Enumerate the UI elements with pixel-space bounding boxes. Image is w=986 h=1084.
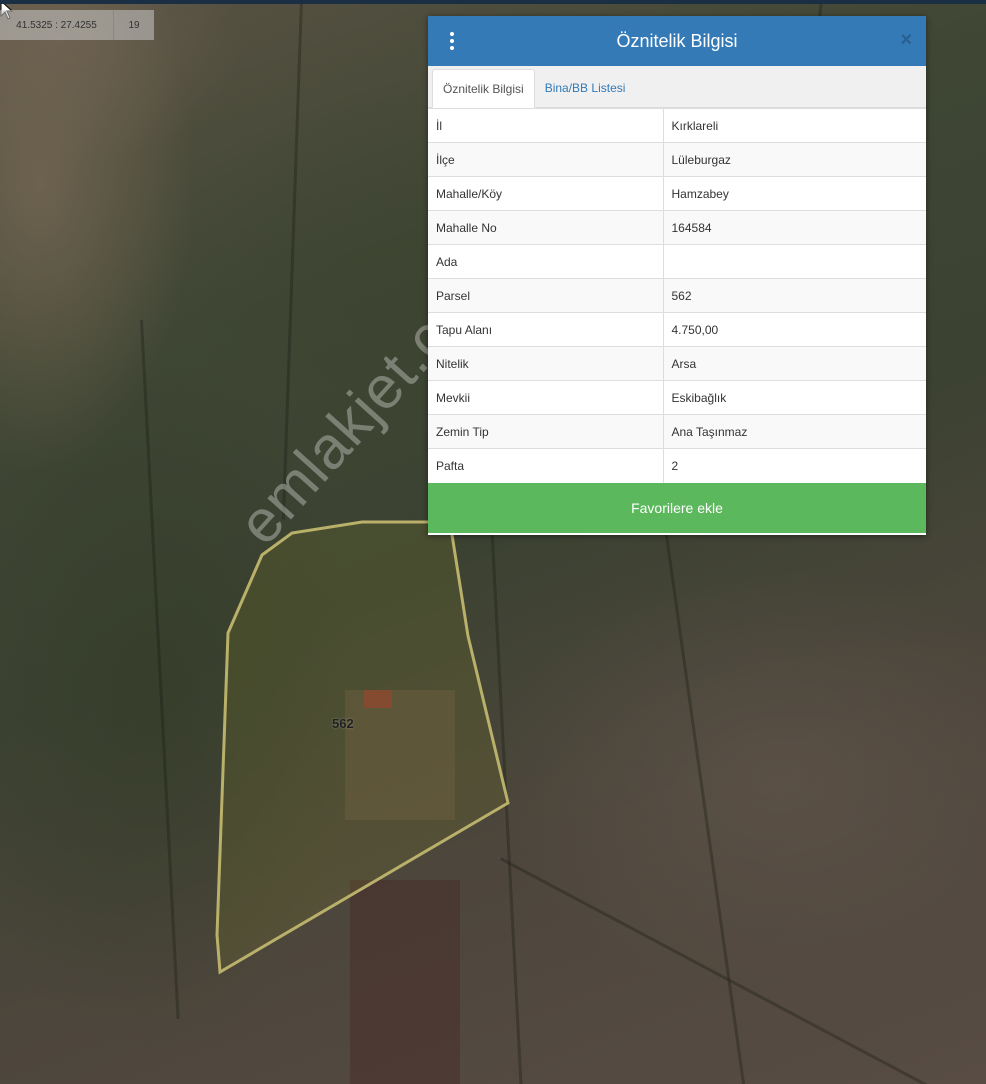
- attribute-value: Hamzabey: [663, 176, 926, 211]
- close-icon[interactable]: ×: [900, 30, 912, 50]
- attribute-value: Ana Taşınmaz: [663, 414, 926, 449]
- attribute-key: İlçe: [428, 142, 664, 177]
- table-row: Tapu Alanı 4.750,00: [428, 312, 926, 347]
- top-bar: [0, 0, 986, 4]
- attribute-value: Arsa: [663, 346, 926, 381]
- attribute-value: Kırklareli: [663, 108, 926, 143]
- kebab-menu-icon[interactable]: [448, 32, 456, 50]
- attribute-value: 2: [663, 448, 926, 483]
- attribute-key: Pafta: [428, 448, 664, 483]
- attribute-table: İl Kırklareli İlçe Lüleburgaz Mahalle/Köy Ham…: [428, 108, 926, 483]
- attribute-value: Eskibağlık: [663, 380, 926, 415]
- table-row: Mevkii Eskibağlık: [428, 380, 926, 415]
- panel-title: Öznitelik Bilgisi: [616, 30, 738, 51]
- attribute-key: Mevkii: [428, 380, 664, 415]
- panel-header: Öznitelik Bilgisi ×: [428, 16, 926, 66]
- tab-bar: Öznitelik Bilgisi Bina/BB Listesi: [428, 66, 926, 108]
- attribute-key: İl: [428, 108, 664, 143]
- attribute-key: Parsel: [428, 278, 664, 313]
- attribute-info-panel: Öznitelik Bilgisi × Öznitelik Bilgisi Bi…: [428, 16, 926, 535]
- attribute-key: Mahalle/Köy: [428, 176, 664, 211]
- table-row: İl Kırklareli: [428, 108, 926, 143]
- table-row: Ada: [428, 244, 926, 279]
- attribute-key: Zemin Tip: [428, 414, 664, 449]
- attribute-value: 562: [663, 278, 926, 313]
- table-row: Parsel 562: [428, 278, 926, 313]
- attribute-key: Ada: [428, 244, 664, 279]
- table-row: Mahalle/Köy Hamzabey: [428, 176, 926, 211]
- parcel-number-label: 562: [332, 716, 354, 731]
- attribute-value: 4.750,00: [663, 312, 926, 347]
- table-row: Zemin Tip Ana Taşınmaz: [428, 414, 926, 449]
- tab-attribute-info[interactable]: Öznitelik Bilgisi: [432, 69, 535, 108]
- attribute-value: Lüleburgaz: [663, 142, 926, 177]
- table-row: İlçe Lüleburgaz: [428, 142, 926, 177]
- zoom-level: 19: [128, 19, 140, 31]
- table-row: Nitelik Arsa: [428, 346, 926, 381]
- attribute-value: 164584: [663, 210, 926, 245]
- coordinate-readout: 41.5325 : 27.4255: [0, 10, 114, 40]
- table-row: Mahalle No 164584: [428, 210, 926, 245]
- add-to-favorites-button[interactable]: Favorilere ekle: [428, 482, 926, 533]
- attribute-key: Tapu Alanı: [428, 312, 664, 347]
- adjacent-field: [350, 880, 460, 1084]
- coordinate-display: 41.5325 : 27.4255 19: [0, 10, 154, 40]
- table-row: Pafta 2: [428, 448, 926, 483]
- attribute-key: Mahalle No: [428, 210, 664, 245]
- attribute-key: Nitelik: [428, 346, 664, 381]
- attribute-value: [663, 244, 926, 279]
- tab-building-list[interactable]: Bina/BB Listesi: [535, 69, 636, 107]
